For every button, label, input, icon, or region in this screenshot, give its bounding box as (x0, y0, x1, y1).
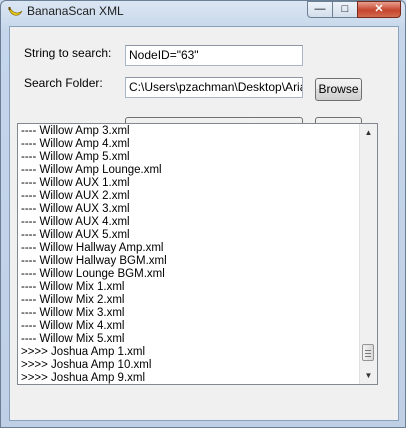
list-item[interactable]: ---- Willow Lounge BGM.xml (20, 268, 358, 281)
list-item[interactable]: ---- Willow AUX 1.xml (20, 177, 358, 190)
banana-icon (8, 7, 23, 16)
maximize-button[interactable]: □ (332, 1, 358, 18)
search-string-label: String to search: (24, 46, 112, 60)
browse-button[interactable]: Browse (315, 78, 362, 101)
list-item[interactable]: ---- Willow Mix 5.xml (20, 333, 358, 346)
list-item[interactable]: ---- Willow Amp 4.xml (20, 138, 358, 151)
list-item[interactable]: >>>> Joshua Amp 9.xml (20, 372, 358, 384)
list-item[interactable]: ---- Willow Amp Lounge.xml (20, 164, 358, 177)
list-item[interactable]: ---- Willow Hallway BGM.xml (20, 255, 358, 268)
window-title: BananaScan XML (27, 4, 124, 18)
app-window: BananaScan XML — □ ✕ String to search: N… (0, 0, 406, 428)
list-item[interactable]: ---- Willow Mix 1.xml (20, 281, 358, 294)
minimize-icon: — (314, 3, 326, 15)
minimize-button[interactable]: — (307, 1, 333, 18)
search-folder-input[interactable]: C:\Users\pzachman\Desktop\Aria U (125, 77, 303, 98)
results-items: ---- Willow Amp 3.xml ---- Willow Amp 4.x… (20, 125, 358, 384)
maximize-icon: □ (341, 3, 349, 15)
close-icon: ✕ (374, 3, 384, 15)
list-item[interactable]: ---- Willow AUX 3.xml (20, 203, 358, 216)
title-bar[interactable]: BananaScan XML — □ ✕ (1, 1, 405, 25)
list-item[interactable]: ---- Willow AUX 5.xml (20, 229, 358, 242)
list-item[interactable]: >>>> Joshua Amp 1.xml (20, 346, 358, 359)
close-button[interactable]: ✕ (357, 1, 401, 18)
list-item[interactable]: ---- Willow Amp 3.xml (20, 125, 358, 138)
list-item[interactable]: ---- Willow AUX 2.xml (20, 190, 358, 203)
list-item[interactable]: ---- Willow Mix 4.xml (20, 320, 358, 333)
search-folder-label: Search Folder: (24, 76, 103, 90)
list-item[interactable]: ---- Willow Hallway Amp.xml (20, 242, 358, 255)
scroll-thumb[interactable] (362, 344, 374, 361)
list-item[interactable]: ---- Willow AUX 4.xml (20, 216, 358, 229)
list-item[interactable]: ---- Willow Mix 3.xml (20, 307, 358, 320)
search-string-input[interactable]: NodeID="63" (125, 45, 303, 66)
scroll-down-icon[interactable]: ▼ (360, 367, 377, 384)
list-item[interactable]: ---- Willow Mix 2.xml (20, 294, 358, 307)
list-item[interactable]: >>>> Joshua Amp 10.xml (20, 359, 358, 372)
results-list[interactable]: ---- Willow Amp 3.xml ---- Willow Amp 4.x… (17, 123, 378, 385)
vertical-scrollbar[interactable]: ▲ ▼ (359, 124, 377, 384)
list-item[interactable]: ---- Willow Amp 5.xml (20, 151, 358, 164)
scroll-up-icon[interactable]: ▲ (360, 124, 377, 141)
